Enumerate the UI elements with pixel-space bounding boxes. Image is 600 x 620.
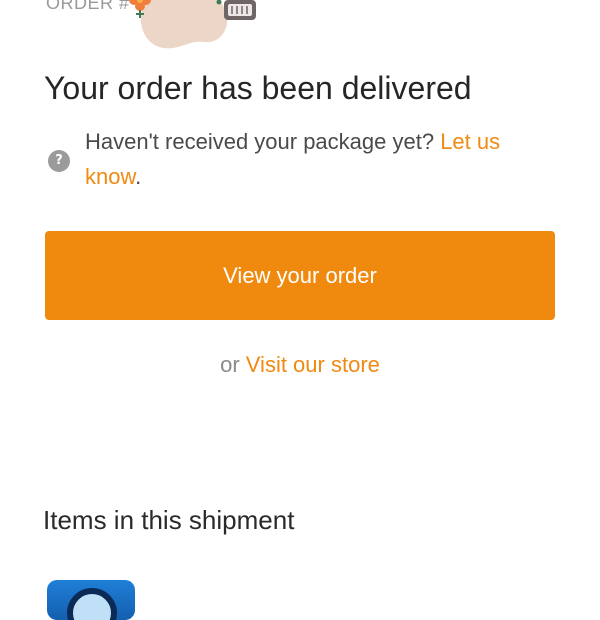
item-thumbnail[interactable] (47, 580, 135, 620)
visit-store-link[interactable]: Visit our store (246, 352, 380, 377)
visit-store-line: or Visit our store (0, 350, 600, 380)
order-illustration (129, 0, 256, 49)
help-text-suffix: . (135, 164, 142, 189)
help-text-prefix: Haven't received your package yet? (85, 129, 441, 154)
illustration-blob (140, 0, 228, 49)
view-order-button[interactable]: View your order (45, 231, 555, 320)
question-circle-icon: ? (48, 150, 70, 172)
or-text: or (220, 352, 246, 377)
page-title: Your order has been delivered (44, 70, 472, 106)
product-image (67, 588, 117, 620)
package-help-text: Haven't received your package yet? Let u… (85, 124, 555, 194)
shipment-items-title: Items in this shipment (43, 505, 295, 535)
package-help-row: ? Haven't received your package yet? Let… (48, 124, 558, 194)
order-number-label: ORDER # (46, 0, 130, 13)
